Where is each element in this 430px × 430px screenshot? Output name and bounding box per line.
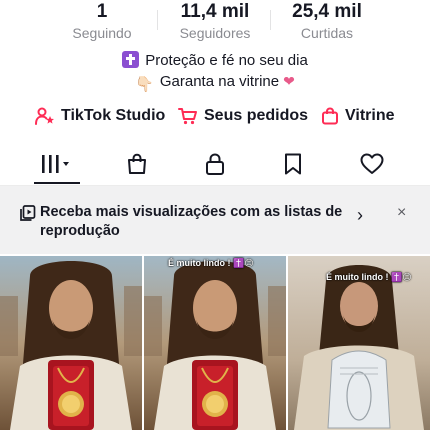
heart-icon [360,153,384,174]
lock-icon [206,153,224,175]
studio-icon [35,107,54,125]
grid-icon [42,155,69,173]
likes-count: 25,4 mil [292,1,362,22]
video-thumbnail[interactable]: É muito lindo ! ✝️😊 [288,256,430,430]
followers-label: Seguidores [179,25,251,41]
video-caption: É muito lindo ! ✝️😊 [326,272,412,282]
banner-text: Receba mais visualizações com as listas … [40,204,343,239]
chevron-right-icon[interactable]: › [357,205,363,226]
tab-shop[interactable] [117,148,157,180]
bio-line-2: 👇🏻 Garanta na vitrine ❤ [0,71,430,95]
pointing-hand-icon: 👇🏻 [135,76,154,93]
tab-liked[interactable] [352,148,392,180]
content-tabs [0,144,430,186]
bookmark-icon [285,153,301,175]
jesus-medal-image [144,256,286,430]
bag-icon [128,153,146,174]
playlist-icon [20,205,36,221]
following-count: 1 [96,1,108,22]
jesus-medal-image [0,256,142,430]
cart-icon [178,108,197,125]
showcase-link[interactable]: Vitrine [321,104,395,128]
playlist-banner[interactable]: Receba mais visualizações com as listas … [0,186,430,254]
tab-videos[interactable] [36,148,76,180]
bio-line-1: Proteção e fé no seu dia [0,51,430,71]
video-grid: É muito lindo ! ✝️😊 É muito lindo ! ✝️😊 [0,256,430,430]
tiktok-studio-link[interactable]: TikTok Studio [35,104,165,128]
following-label: Seguindo [72,25,132,41]
cross-emoji-icon [122,51,140,68]
tab-saved[interactable] [273,148,313,180]
profile-stats: 1 Seguindo 11,4 mil Seguidores 25,4 mil … [0,0,430,44]
close-icon[interactable]: × [397,204,406,222]
stat-following[interactable]: 1 Seguindo [52,0,152,42]
tab-private[interactable] [195,148,235,180]
stat-followers[interactable]: 11,4 mil Seguidores [165,0,265,42]
video-thumbnail[interactable] [0,256,142,430]
followers-count: 11,4 mil [180,1,250,22]
stat-divider [157,10,158,30]
video-thumbnail[interactable]: É muito lindo ! ✝️😊 [144,256,286,430]
active-tab-indicator [34,182,80,184]
heart-emoji-icon: ❤ [283,73,295,89]
profile-links: TikTok Studio Seus pedidos Vitrine [0,104,430,128]
tiktok-studio-label: TikTok Studio [61,107,166,124]
video-caption: É muito lindo ! ✝️😊 [168,258,254,268]
bio-text-2: Garanta na vitrine [159,73,280,90]
bio-text-1: Proteção e fé no seu dia [145,52,308,69]
showcase-label: Vitrine [345,107,395,124]
shopping-bag-icon [322,107,338,125]
stat-divider [270,10,271,30]
orders-label: Seus pedidos [204,107,309,124]
stat-likes[interactable]: 25,4 mil Curtidas [277,0,377,42]
likes-label: Curtidas [300,25,354,41]
orders-link[interactable]: Seus pedidos [178,104,308,128]
